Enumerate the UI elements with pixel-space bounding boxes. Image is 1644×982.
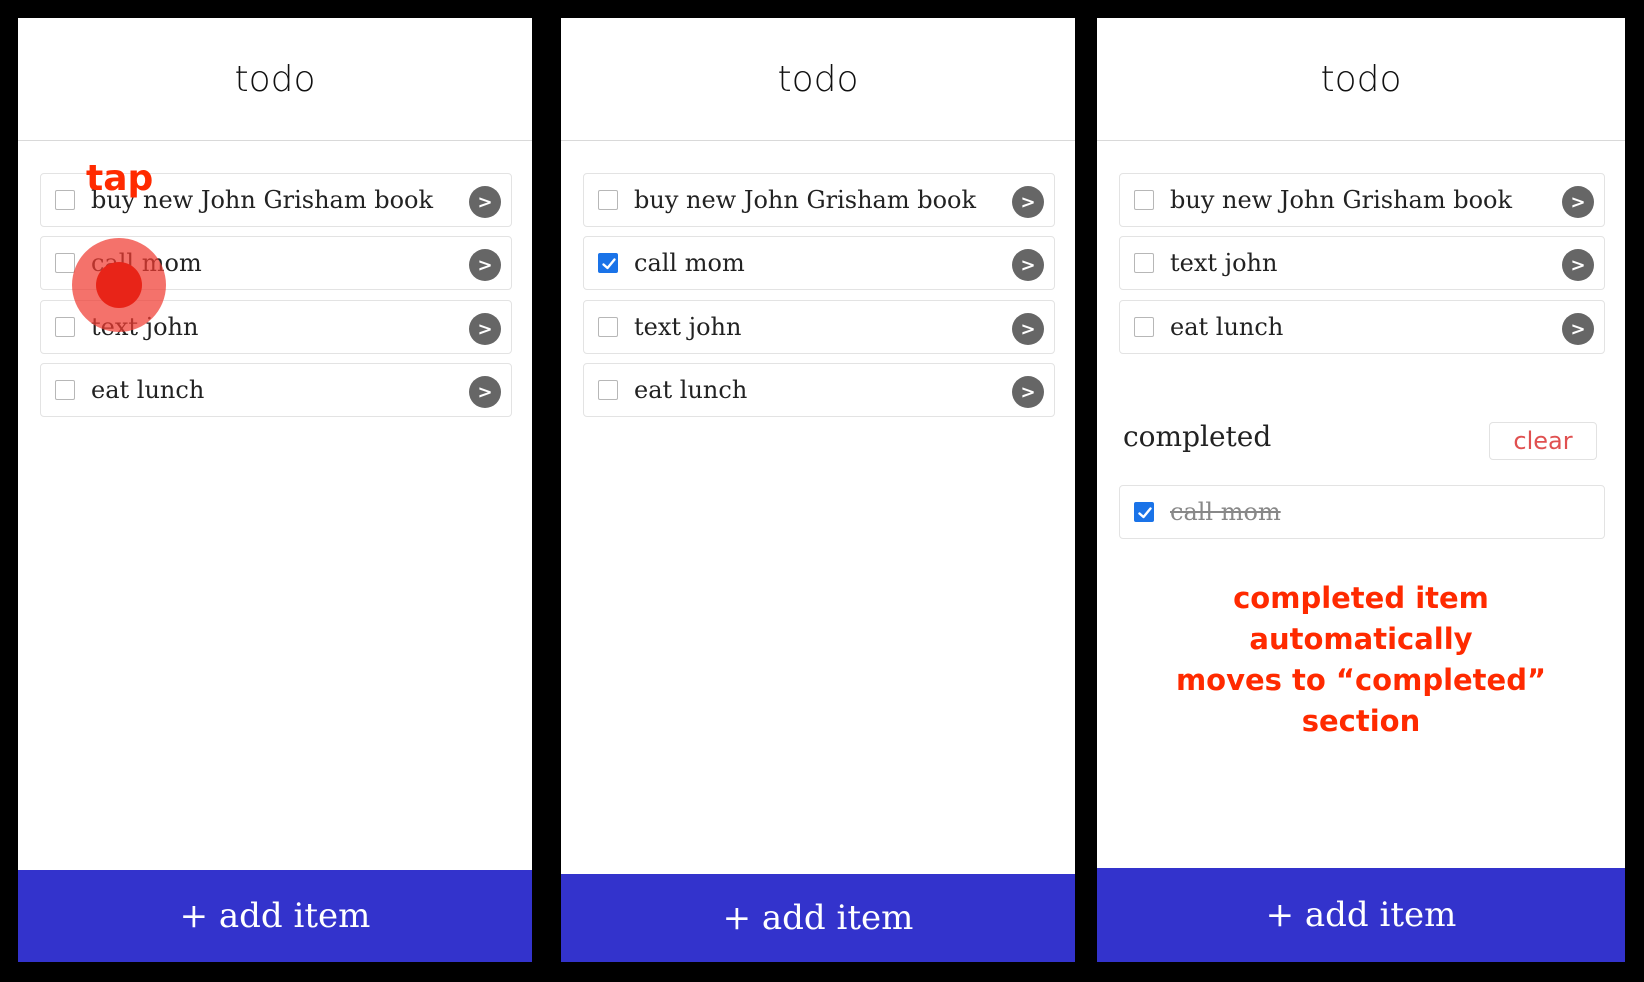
todo-item[interactable]: eat lunch >: [1119, 300, 1605, 354]
annotation-line: completed item automatically: [1233, 581, 1489, 656]
tap-indicator-dot: [96, 262, 142, 308]
chevron-right-icon[interactable]: >: [1012, 186, 1044, 218]
annotation-line: moves to “completed” section: [1175, 663, 1547, 738]
checkmark-icon: [1138, 507, 1152, 519]
todo-item[interactable]: eat lunch >: [40, 363, 512, 417]
todo-item[interactable]: text john >: [583, 300, 1055, 354]
todo-item[interactable]: buy new John Grisham book >: [1119, 173, 1605, 227]
chevron-right-icon[interactable]: >: [469, 313, 501, 345]
todo-label: text john: [1170, 249, 1278, 277]
completed-annotation: completed item automatically moves to “c…: [1117, 578, 1605, 742]
todo-label: eat lunch: [634, 376, 748, 404]
todo-label: buy new John Grisham book: [634, 186, 977, 214]
screen-2: todo buy new John Grisham book > call mo…: [561, 18, 1075, 962]
todo-label: text john: [634, 313, 742, 341]
todo-label: buy new John Grisham book: [1170, 186, 1513, 214]
chevron-right-icon[interactable]: >: [1012, 313, 1044, 345]
todo-label: eat lunch: [1170, 313, 1284, 341]
todo-checkbox-checked[interactable]: [598, 253, 618, 273]
todo-checkbox[interactable]: [55, 317, 75, 337]
todo-checkbox[interactable]: [1134, 253, 1154, 273]
clear-completed-button[interactable]: clear: [1489, 422, 1597, 460]
todo-checkbox[interactable]: [55, 380, 75, 400]
todo-checkbox[interactable]: [1134, 190, 1154, 210]
screen-3: todo buy new John Grisham book > text jo…: [1097, 18, 1625, 962]
add-item-button[interactable]: + add item: [561, 874, 1075, 962]
chevron-right-icon[interactable]: >: [1562, 249, 1594, 281]
todo-checkbox[interactable]: [598, 190, 618, 210]
chevron-right-icon[interactable]: >: [1562, 186, 1594, 218]
todo-checkbox[interactable]: [1134, 317, 1154, 337]
todo-item[interactable]: eat lunch >: [583, 363, 1055, 417]
todo-item[interactable]: call mom >: [583, 236, 1055, 290]
todo-checkbox-checked[interactable]: [1134, 502, 1154, 522]
tap-annotation: tap: [86, 158, 154, 199]
add-item-button[interactable]: + add item: [1097, 868, 1625, 962]
completed-item[interactable]: call mom: [1119, 485, 1605, 539]
todo-label: eat lunch: [91, 376, 205, 404]
todo-checkbox[interactable]: [55, 190, 75, 210]
todo-label: call mom: [634, 249, 745, 277]
todo-checkbox[interactable]: [598, 380, 618, 400]
todo-checkbox[interactable]: [55, 253, 75, 273]
app-title: todo: [561, 18, 1075, 141]
app-title: todo: [18, 18, 532, 141]
add-item-button[interactable]: + add item: [18, 870, 532, 962]
todo-item[interactable]: text john >: [1119, 236, 1605, 290]
screen-1: todo buy new John Grisham book > call mo…: [18, 18, 532, 962]
chevron-right-icon[interactable]: >: [469, 249, 501, 281]
chevron-right-icon[interactable]: >: [1012, 249, 1044, 281]
todo-checkbox[interactable]: [598, 317, 618, 337]
chevron-right-icon[interactable]: >: [1012, 376, 1044, 408]
todo-item[interactable]: buy new John Grisham book >: [583, 173, 1055, 227]
completed-item-label: call mom: [1170, 498, 1281, 526]
chevron-right-icon[interactable]: >: [469, 376, 501, 408]
checkmark-icon: [602, 258, 616, 270]
app-title: todo: [1097, 18, 1625, 141]
chevron-right-icon[interactable]: >: [1562, 313, 1594, 345]
completed-section-title: completed: [1123, 420, 1272, 453]
chevron-right-icon[interactable]: >: [469, 186, 501, 218]
